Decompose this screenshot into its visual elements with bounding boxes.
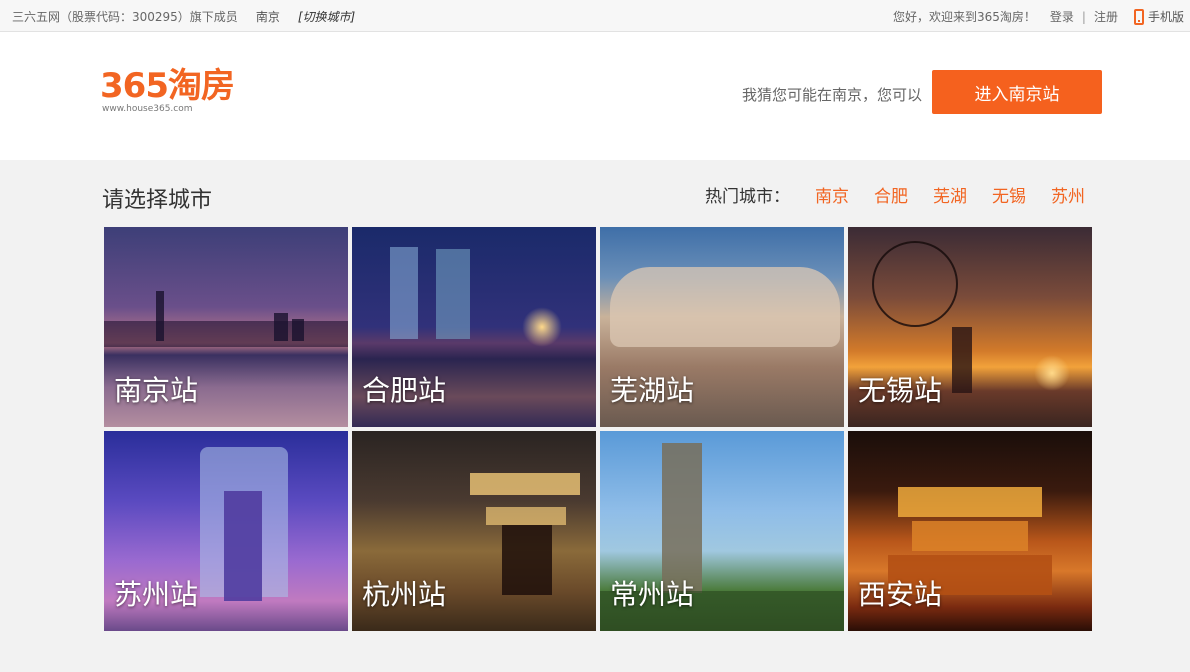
logo-text: 365淘房 [100, 66, 235, 106]
hot-city-hefei[interactable]: 合肥 [874, 182, 908, 207]
pavilion-image [486, 507, 566, 525]
mobile-version-label: 手机版 [1147, 10, 1184, 24]
current-city: 南京 [255, 10, 280, 24]
skyline-image [104, 321, 348, 347]
ferris-wheel-image [872, 241, 958, 327]
city-tile-label: 芜湖站 [610, 374, 695, 407]
city-tile-label: 杭州站 [362, 578, 447, 611]
city-tile-label: 无锡站 [858, 374, 943, 407]
logo-url: www.house365.com [102, 104, 193, 114]
city-tile-label: 西安站 [858, 578, 943, 611]
twin-tower-image [390, 247, 418, 339]
company-info: 三六五网（股票代码：300295）旗下成员 [12, 10, 238, 24]
city-tile-label: 苏州站 [114, 578, 199, 611]
city-tile-label: 南京站 [114, 374, 199, 407]
bell-tower-image [898, 487, 1042, 517]
hot-city-suzhou[interactable]: 苏州 [1051, 182, 1085, 207]
mobile-version-link[interactable]: 手机版 [1133, 8, 1184, 25]
tower-image [952, 327, 972, 393]
city-tile-suzhou[interactable]: 苏州站 [104, 431, 348, 631]
city-tile-xian[interactable]: 西安站 [848, 431, 1092, 631]
hot-city-wuhu[interactable]: 芜湖 [933, 182, 967, 207]
city-tile-wuhu[interactable]: 芜湖站 [600, 227, 844, 427]
hot-city-nanjing[interactable]: 南京 [815, 182, 849, 207]
pavilion-image [502, 525, 552, 595]
city-tile-label: 常州站 [610, 578, 695, 611]
building-image [610, 267, 840, 347]
pagoda-image [662, 443, 702, 593]
skyline-image [156, 291, 164, 341]
city-grid: 南京站 合肥站 芜湖站 无锡站 苏州站 杭州站 常州站 西安站 [104, 227, 1092, 631]
phone-icon [1133, 8, 1144, 25]
pavilion-image [470, 473, 580, 495]
register-link[interactable]: 注册 [1094, 8, 1118, 25]
gate-tower-image [224, 491, 262, 601]
page-title: 请选择城市 [102, 188, 213, 213]
hot-cities: 热门城市： 南京 合肥 芜湖 无锡 苏州 [705, 182, 1085, 207]
light-glow-image [522, 307, 562, 347]
bell-tower-image [912, 521, 1028, 551]
city-tile-hefei[interactable]: 合肥站 [352, 227, 596, 427]
enter-nanjing-button[interactable]: 进入南京站 [932, 70, 1102, 114]
skyline-image [274, 313, 288, 341]
city-tile-label: 合肥站 [362, 374, 447, 407]
city-tile-hangzhou[interactable]: 杭州站 [352, 431, 596, 631]
divider: | [1081, 9, 1086, 24]
skyline-image [292, 319, 304, 341]
top-bar-left: 三六五网（股票代码：300295）旗下成员 南京 [切换城市] [12, 8, 355, 25]
hot-city-wuxi[interactable]: 无锡 [992, 182, 1026, 207]
city-tile-wuxi[interactable]: 无锡站 [848, 227, 1092, 427]
login-link[interactable]: 登录 [1050, 8, 1074, 25]
city-tile-changzhou[interactable]: 常州站 [600, 431, 844, 631]
location-guess-text: 我猜您可能在南京，您可以 [741, 86, 922, 104]
twin-tower-image [436, 249, 470, 339]
city-tile-nanjing[interactable]: 南京站 [104, 227, 348, 427]
switch-city-link[interactable]: [切换城市] [298, 8, 355, 25]
top-bar-right: 您好，欢迎来到365淘房！ 登录 | 注册 手机版 [893, 8, 1184, 25]
site-logo[interactable]: 365淘房 www.house365.com [100, 66, 250, 114]
top-bar: 三六五网（股票代码：300295）旗下成员 南京 [切换城市] 您好，欢迎来到3… [0, 0, 1190, 32]
hot-cities-label: 热门城市： [705, 187, 790, 207]
sunset-glow-image [1034, 355, 1070, 391]
greeting-text: 您好，欢迎来到365淘房！ [893, 10, 1036, 24]
header: 365淘房 www.house365.com 我猜您可能在南京，您可以 进入南京… [0, 32, 1190, 160]
